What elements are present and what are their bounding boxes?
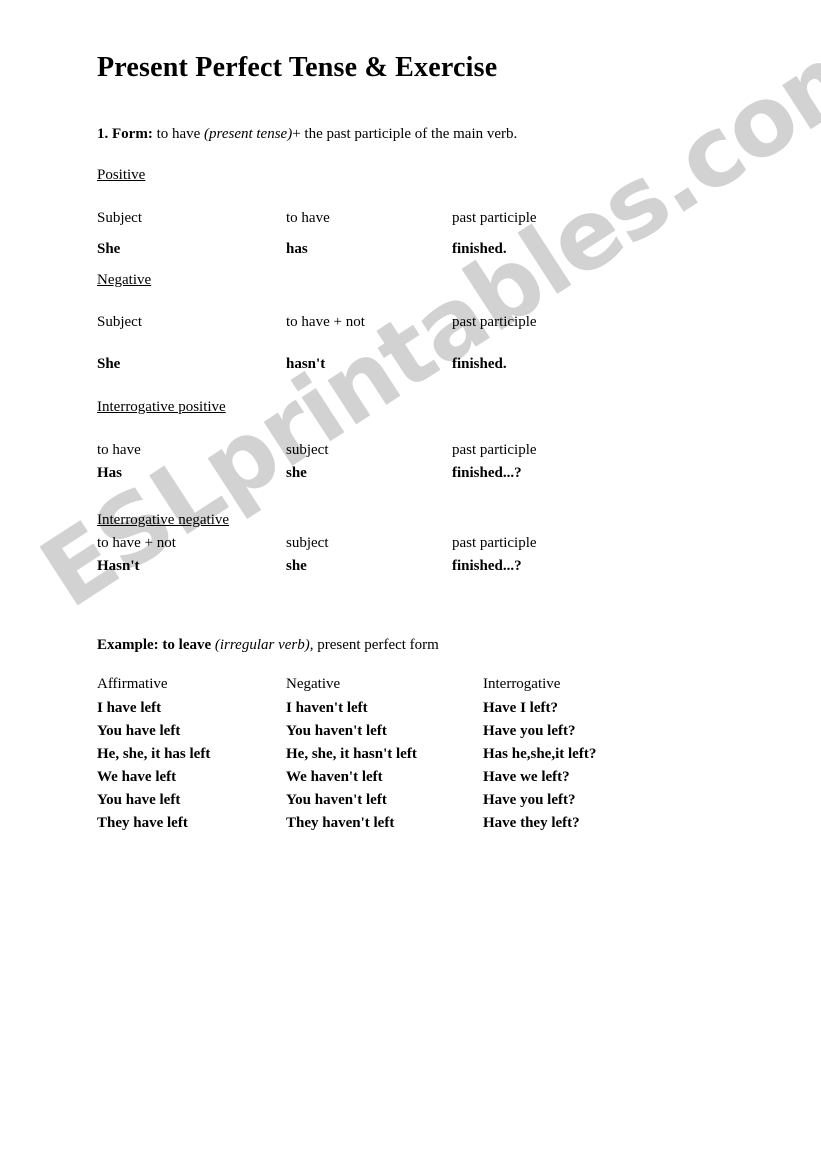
cell-auxiliary-value: has	[286, 241, 308, 257]
column-header: Affirmative	[97, 676, 168, 692]
list-item: You have left	[97, 723, 181, 739]
list-item: They haven't left	[286, 815, 395, 831]
conjugation-column-interrogative: Interrogative Have I left? Have you left…	[483, 676, 596, 837]
form-definition-line: 1. Form: to have (present tense)+ the pa…	[97, 126, 517, 143]
cell-subject-value: She	[97, 356, 121, 372]
cell-participle-value: finished...?	[452, 465, 522, 481]
table-row: She has finished.	[97, 241, 697, 258]
form-text-after: + the past participle of the main verb.	[292, 126, 518, 142]
section-heading-negative: Negative	[97, 272, 152, 288]
table-row: Subject to have past participle	[97, 210, 697, 227]
cell-auxiliary-label: to have + not	[286, 314, 365, 330]
list-item: Have we left?	[483, 769, 570, 785]
cell-participle-label: past participle	[452, 535, 537, 551]
form-italic-note: (present tense)	[204, 126, 293, 142]
form-text-before: to have	[152, 126, 205, 142]
list-item: You have left	[97, 792, 181, 808]
table-row: She hasn't finished.	[97, 356, 697, 373]
cell-subject-label: Subject	[97, 210, 142, 226]
cell-subject-label: subject	[286, 442, 329, 458]
eslprintables-watermark: ESLprintables.com	[21, 5, 821, 630]
cell-subject-value: she	[286, 465, 307, 481]
cell-participle-label: past participle	[452, 442, 537, 458]
table-row: Subject to have + not past participle	[97, 314, 697, 331]
list-item: You haven't left	[286, 723, 387, 739]
cell-subject-value: she	[286, 558, 307, 574]
list-item: Have you left?	[483, 723, 576, 739]
cell-participle-value: finished.	[452, 241, 507, 257]
list-item: Has he,she,it left?	[483, 746, 597, 762]
list-item: We haven't left	[286, 769, 383, 785]
cell-subject-value: She	[97, 241, 121, 257]
page-title: Present Perfect Tense & Exercise	[97, 52, 498, 83]
table-row: Hasn't she finished...?	[97, 558, 697, 575]
cell-auxiliary-label: to have	[286, 210, 330, 226]
form-label: 1. Form:	[97, 126, 153, 142]
list-item: You haven't left	[286, 792, 387, 808]
example-italic-note: (irregular verb)	[214, 637, 310, 653]
example-intro-line: Example: to leave (irregular verb), pres…	[97, 637, 439, 654]
table-row: to have + not subject past participle	[97, 535, 697, 552]
list-item: Have they left?	[483, 815, 580, 831]
section-heading-interrogative-negative: Interrogative negative	[97, 512, 230, 528]
cell-participle-value: finished...?	[452, 558, 522, 574]
list-item: Have you left?	[483, 792, 576, 808]
example-text-after: , present perfect form	[309, 637, 439, 653]
list-item: I haven't left	[286, 700, 368, 716]
section-heading-positive: Positive	[97, 167, 146, 183]
list-item: We have left	[97, 769, 177, 785]
worksheet-page: ESLprintables.com Present Perfect Tense …	[0, 0, 821, 1169]
list-item: I have left	[97, 700, 162, 716]
cell-subject-label: subject	[286, 535, 329, 551]
cell-subject-label: Subject	[97, 314, 142, 330]
cell-participle-label: past participle	[452, 210, 537, 226]
table-row: to have subject past participle	[97, 442, 697, 459]
cell-auxiliary-value: hasn't	[286, 356, 326, 372]
cell-auxiliary-label: to have + not	[97, 535, 176, 551]
list-item: He, she, it hasn't left	[286, 746, 417, 762]
column-header: Negative	[286, 676, 341, 692]
conjugation-column-affirmative: Affirmative I have left You have left He…	[97, 676, 210, 837]
list-item: They have left	[97, 815, 188, 831]
cell-participle-label: past participle	[452, 314, 537, 330]
cell-auxiliary-value: Has	[97, 465, 123, 481]
example-label: Example: to leave	[97, 637, 212, 653]
cell-auxiliary-value: Hasn't	[97, 558, 140, 574]
cell-participle-value: finished.	[452, 356, 507, 372]
list-item: Have I left?	[483, 700, 558, 716]
list-item: He, she, it has left	[97, 746, 211, 762]
table-row: Has she finished...?	[97, 465, 697, 482]
conjugation-column-negative: Negative I haven't left You haven't left…	[286, 676, 417, 837]
cell-auxiliary-label: to have	[97, 442, 141, 458]
section-heading-interrogative-positive: Interrogative positive	[97, 399, 226, 415]
column-header: Interrogative	[483, 676, 561, 692]
